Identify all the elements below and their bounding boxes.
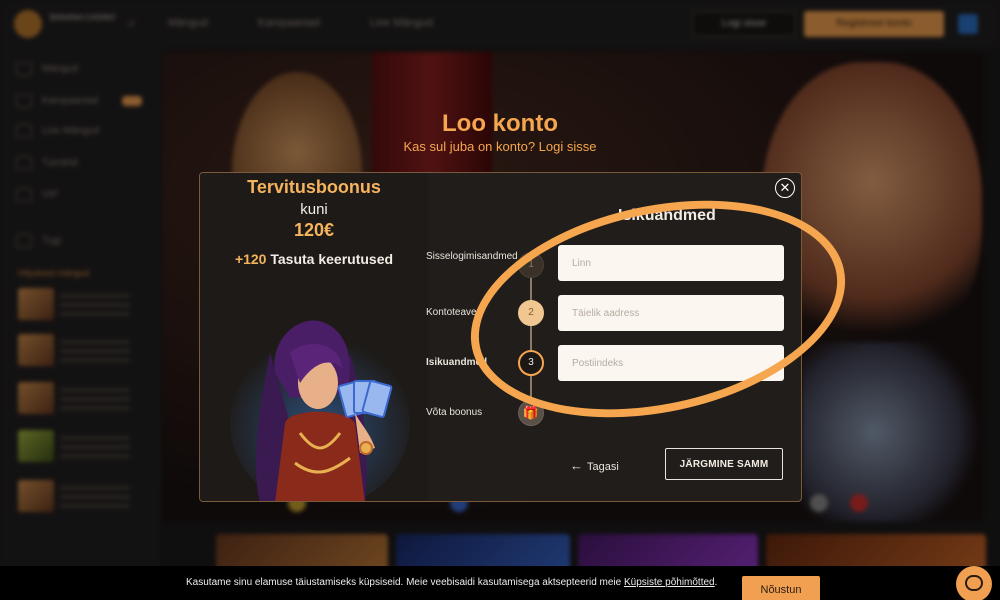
cookie-text: Kasutame sinu elamuse täiustamiseks küps… [186,577,718,588]
accept-cookies-button[interactable]: Nõustun [742,576,820,600]
close-icon[interactable]: ✕ [775,178,795,198]
arrow-left-icon: ← [570,458,583,473]
next-step-button[interactable]: JÄRGMINE SAMM [665,448,783,480]
cookie-banner: Kasutame sinu elamuse täiustamiseks küps… [0,566,1000,600]
character-illustration [230,320,410,501]
chat-icon[interactable] [956,566,992,600]
step-label-bonus: Võta boonus [426,407,483,418]
welcome-bonus-panel: Tervitusboonus kuni 120€ +120 Tasuta kee… [200,173,428,501]
free-spins-text: +120 Tasuta keerutused [234,251,394,267]
step-label-login: Sisselogimisandmed [426,251,518,262]
bonus-amount: 120€ [293,220,335,240]
login-link[interactable]: Kas sul juba on konto? Logi sisse [0,139,1000,154]
cookie-policy-link[interactable]: Küpsiste põhimõtted [624,577,715,588]
bonus-upto: kuni [300,201,328,218]
bonus-title: Tervitusboonus [247,177,381,197]
page-title: Loo konto [442,110,558,137]
back-button[interactable]: ← Tagasi [570,458,619,473]
